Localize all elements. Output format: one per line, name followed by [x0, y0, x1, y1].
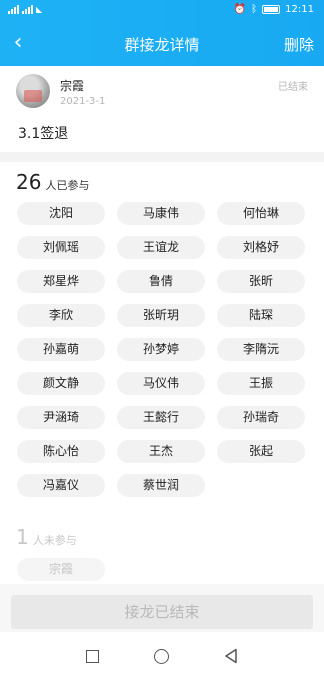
avatar[interactable]	[16, 74, 50, 108]
member-chip[interactable]: 蔡世润	[117, 474, 205, 497]
signal-icon	[8, 4, 19, 14]
post-content: 3.1签退	[18, 126, 69, 142]
member-chip[interactable]: 郑星烨	[17, 270, 105, 293]
member-chip[interactable]: 颜文静	[17, 372, 105, 395]
member-chip[interactable]: 陈心怡	[17, 440, 105, 463]
member-chip[interactable]: 孙瑞奇	[217, 406, 305, 429]
back-triangle-icon[interactable]	[224, 648, 238, 664]
not-joined-count: 1	[16, 525, 29, 549]
joined-list: 沈阳 马康伟 何怡琳刘佩瑶 王谊龙 刘格妤郑星烨 鲁倩 张昕李欣 张昕玥 陆琛孙嘉萌 孙梦婷 李隋沅…	[17, 202, 309, 497]
member-chip[interactable]: 冯嘉仪	[17, 474, 105, 497]
delete-button[interactable]: 删除	[284, 34, 314, 55]
signal-indicators: ◣	[8, 4, 42, 14]
joined-header: 26 人已参与	[16, 170, 89, 194]
battery-icon	[262, 5, 281, 14]
member-chip[interactable]: 宗霞	[17, 558, 105, 581]
post-card: 宗霞 2021-3-1 已结束 3.1签退	[0, 66, 324, 152]
member-chip[interactable]: 马康伟	[117, 202, 205, 225]
member-chip[interactable]: 鲁倩	[117, 270, 205, 293]
member-chip[interactable]: 马仪伟	[117, 372, 205, 395]
member-chip[interactable]: 李隋沅	[217, 338, 305, 361]
member-chip[interactable]: 李欣	[17, 304, 105, 327]
post-date: 2021-3-1	[60, 96, 106, 107]
status-badge: 已结束	[278, 82, 308, 93]
member-chip[interactable]: 刘佩瑶	[17, 236, 105, 259]
jielong-ended-button[interactable]: 接龙已结束	[11, 595, 313, 629]
member-chip[interactable]: 王杰	[117, 440, 205, 463]
member-chip[interactable]: 陆琛	[217, 304, 305, 327]
footer-bar: 接龙已结束	[0, 584, 324, 632]
section-divider	[0, 152, 324, 162]
member-chip[interactable]: 孙嘉萌	[17, 338, 105, 361]
not-joined-list: 宗霞	[17, 558, 105, 581]
alarm-icon: ⏰	[233, 4, 247, 15]
not-joined-header: 1 人未参与	[16, 525, 77, 549]
app-header: ◣ ⏰ ᛒ 12:11 ‹ 群接龙详情 删除	[0, 0, 324, 66]
home-icon[interactable]	[154, 649, 169, 664]
member-chip[interactable]: 张昕	[217, 270, 305, 293]
author-name: 宗霞	[60, 79, 85, 93]
member-chip[interactable]: 沈阳	[17, 202, 105, 225]
clock: 12:11	[285, 4, 314, 15]
member-chip[interactable]: 孙梦婷	[117, 338, 205, 361]
joined-label: 人已参与	[45, 179, 90, 192]
member-chip[interactable]: 王谊龙	[117, 236, 205, 259]
member-chip[interactable]: 刘格妤	[217, 236, 305, 259]
member-chip[interactable]: 王懿行	[117, 406, 205, 429]
recent-apps-icon[interactable]	[86, 650, 99, 663]
member-chip[interactable]: 尹涵琦	[17, 406, 105, 429]
joined-count: 26	[16, 170, 42, 194]
network-icon: ◣	[36, 5, 43, 14]
member-chip[interactable]: 王振	[217, 372, 305, 395]
page-title: 群接龙详情	[124, 36, 200, 54]
not-joined-label: 人未参与	[32, 534, 77, 547]
system-nav-bar	[0, 632, 324, 674]
member-chip[interactable]: 张起	[217, 440, 305, 463]
member-chip[interactable]: 张昕玥	[117, 304, 205, 327]
member-chip[interactable]: 何怡琳	[217, 202, 305, 225]
status-right: ⏰ ᛒ 12:11	[234, 4, 314, 15]
nav-bar: ‹ 群接龙详情 删除	[0, 22, 324, 66]
status-bar: ◣ ⏰ ᛒ 12:11	[0, 0, 324, 22]
signal-icon	[22, 4, 33, 14]
bluetooth-icon: ᛒ	[251, 4, 258, 15]
